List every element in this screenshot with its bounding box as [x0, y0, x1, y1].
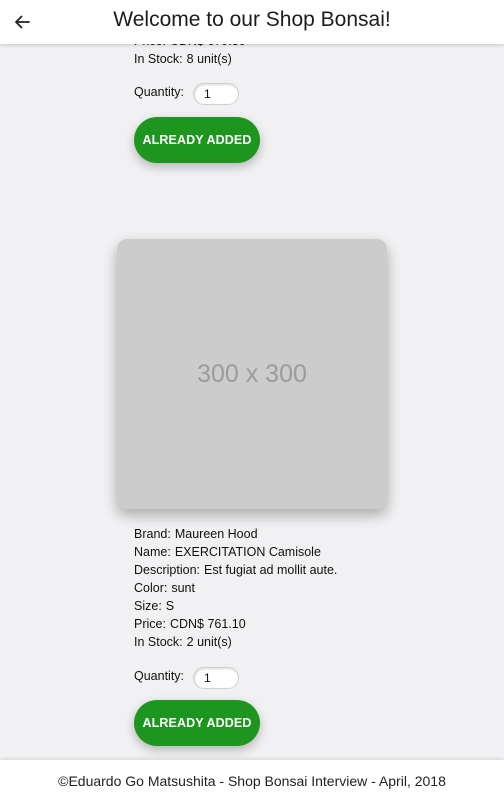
description-label: Description:: [134, 563, 200, 577]
product-info: Brand: Maureen Hood Name: EXERCITATION Cam…: [134, 525, 337, 651]
color-value: sunt: [171, 581, 195, 595]
price-row: Price: CDN$ 761.10: [134, 615, 337, 633]
product-image[interactable]: 300 x 300: [117, 239, 387, 509]
color-label: Color:: [134, 581, 168, 595]
brand-label: Brand:: [134, 527, 171, 541]
stock-label: In Stock:: [134, 635, 183, 649]
stock-label: In Stock:: [134, 52, 183, 66]
name-label: Name:: [134, 545, 171, 559]
size-row: Size: S: [134, 597, 337, 615]
description-value: Est fugiat ad mollit aute.: [204, 563, 338, 577]
description-row: Description: Est fugiat ad mollit aute.: [134, 561, 337, 579]
brand-row: Brand: Maureen Hood: [134, 525, 337, 543]
page-title: Welcome to our Shop Bonsai!: [113, 8, 391, 31]
product-list: Price:CDN$ 679.30 In Stock:8 unit(s) Qua…: [0, 0, 504, 803]
stock-row: In Stock: 2 unit(s): [134, 633, 337, 651]
already-added-button[interactable]: ALREADY ADDED: [134, 117, 260, 163]
quantity-label: Quantity:: [134, 85, 185, 99]
quantity-input[interactable]: 1: [193, 83, 239, 105]
price-label: Price:: [134, 617, 166, 631]
app-header: Welcome to our Shop Bonsai!: [0, 0, 504, 44]
price-value: CDN$ 761.10: [169, 617, 246, 631]
name-row: Name: EXERCITATION Camisole: [134, 543, 337, 561]
name-value: EXERCITATION Camisole: [174, 545, 321, 559]
brand-value: Maureen Hood: [174, 527, 258, 541]
quantity-input[interactable]: 1: [193, 667, 239, 689]
stock-value: 2 unit(s): [186, 635, 232, 649]
quantity-label: Quantity:: [134, 669, 185, 683]
stock-value: 8 unit(s): [186, 52, 232, 66]
size-value: S: [165, 599, 175, 613]
footer: ©Eduardo Go Matsushita - Shop Bonsai Int…: [0, 760, 504, 803]
already-added-button[interactable]: ALREADY ADDED: [134, 700, 260, 746]
size-label: Size:: [134, 599, 162, 613]
stock-row: In Stock: 8 unit(s): [134, 50, 246, 68]
color-row: Color: sunt: [134, 579, 337, 597]
